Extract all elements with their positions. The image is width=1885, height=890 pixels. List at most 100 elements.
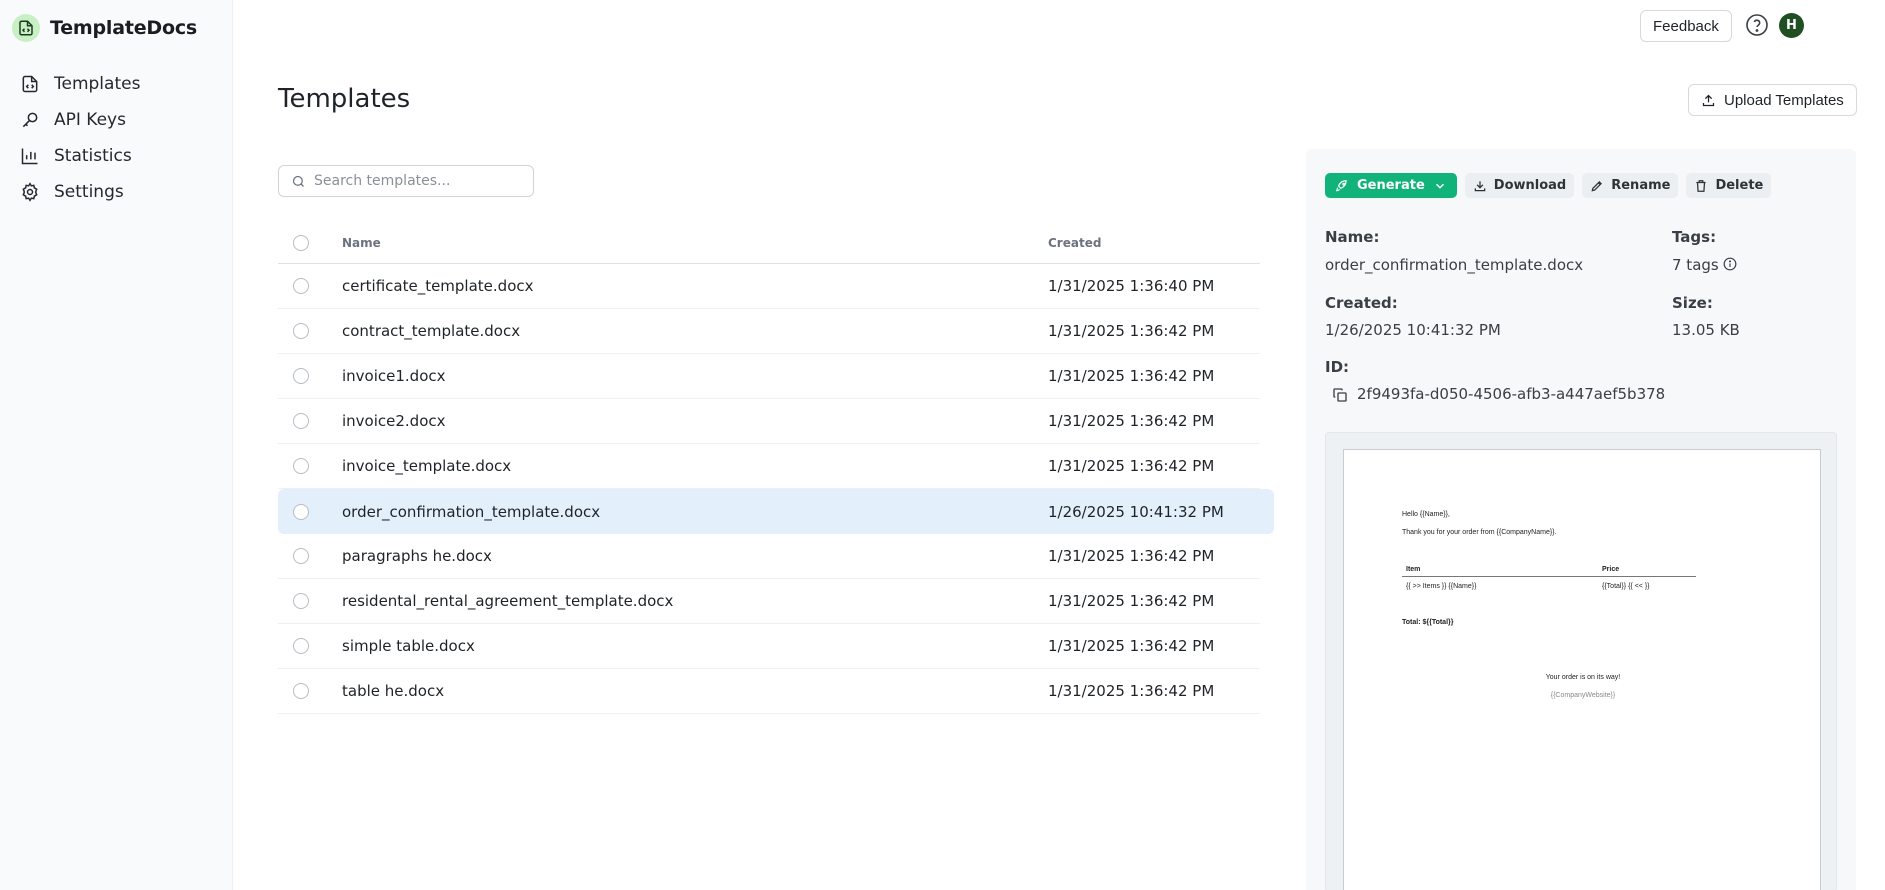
table-row[interactable]: contract_template.docx 1/31/2025 1:36:42 … xyxy=(278,309,1260,354)
row-select-radio[interactable] xyxy=(293,278,309,294)
id-label: ID: xyxy=(1325,358,1350,376)
rocket-icon xyxy=(1336,179,1347,191)
logo-icon xyxy=(12,14,40,42)
template-name-cell: residental_rental_agreement_template.doc… xyxy=(342,592,674,610)
id-value[interactable]: 2f9493fa-d050-4506-afb3-a447aef5b378 xyxy=(1357,385,1665,403)
template-created-cell: 1/31/2025 1:36:42 PM xyxy=(1048,412,1215,430)
template-name-cell: invoice1.docx xyxy=(342,367,446,385)
table-row[interactable]: simple table.docx 1/31/2025 1:36:42 PM xyxy=(278,624,1260,669)
row-select-radio[interactable] xyxy=(293,593,309,609)
table-row[interactable]: order_confirmation_template.docx 1/26/202… xyxy=(278,489,1274,534)
preview-page: Hello {{Name}}, Thank you for your order… xyxy=(1343,449,1821,890)
search-icon xyxy=(292,175,304,187)
upload-templates-button[interactable]: Upload Templates xyxy=(1688,84,1857,116)
help-icon[interactable] xyxy=(1745,13,1769,37)
template-created-cell: 1/31/2025 1:36:42 PM xyxy=(1048,322,1215,340)
row-select-radio[interactable] xyxy=(293,548,309,564)
preview-cell-price: {{Total}} {{ << }} xyxy=(1602,583,1650,590)
table-row[interactable]: invoice1.docx 1/31/2025 1:36:42 PM xyxy=(278,354,1260,399)
table-row[interactable]: certificate_template.docx 1/31/2025 1:36:… xyxy=(278,264,1260,309)
template-created-cell: 1/26/2025 10:41:32 PM xyxy=(1048,502,1224,521)
gear-icon xyxy=(22,182,38,202)
download-button[interactable]: Download xyxy=(1464,173,1575,198)
tags-value: 7 tags xyxy=(1672,256,1719,274)
trash-icon xyxy=(1696,179,1707,192)
created-value: 1/26/2025 10:41:32 PM xyxy=(1325,321,1501,339)
preview-col-price: Price xyxy=(1602,566,1620,573)
name-label: Name: xyxy=(1325,228,1380,246)
rename-label: Rename xyxy=(1611,178,1671,193)
avatar[interactable]: H xyxy=(1779,13,1804,38)
sidebar: TemplateDocs Templates API Keys Statisti… xyxy=(0,0,233,890)
row-select-radio[interactable] xyxy=(293,368,309,384)
delete-label: Delete xyxy=(1715,178,1764,193)
template-name-cell: order_confirmation_template.docx xyxy=(342,502,601,521)
row-select-radio[interactable] xyxy=(293,683,309,699)
search-input[interactable] xyxy=(314,173,514,189)
generate-button[interactable]: Generate xyxy=(1325,173,1457,198)
template-created-cell: 1/31/2025 1:36:42 PM xyxy=(1048,547,1215,565)
size-label: Size: xyxy=(1672,294,1713,312)
preview-table: Item Price {{ >> Items }} {{Name}} {{Tot… xyxy=(1402,566,1696,590)
preview-table-row: {{ >> Items }} {{Name}} {{Total}} {{ << … xyxy=(1402,577,1696,590)
sidebar-item-label: Statistics xyxy=(54,146,132,166)
templates-table: Name Created certificate_template.docx 1/… xyxy=(278,223,1274,714)
rename-button[interactable]: Rename xyxy=(1582,173,1679,198)
preview-cell-item: {{ >> Items }} {{Name}} xyxy=(1406,583,1477,590)
template-created-cell: 1/31/2025 1:36:42 PM xyxy=(1048,457,1215,475)
page-title: Templates xyxy=(278,84,411,114)
sidebar-item-templates[interactable]: Templates xyxy=(20,66,140,102)
bar-chart-icon xyxy=(21,148,38,165)
row-select-radio[interactable] xyxy=(293,638,309,654)
delete-button[interactable]: Delete xyxy=(1686,173,1772,198)
row-select-radio[interactable] xyxy=(293,503,309,520)
template-name-cell: contract_template.docx xyxy=(342,322,521,340)
key-icon xyxy=(22,112,38,128)
table-row[interactable]: residental_rental_agreement_template.doc… xyxy=(278,579,1260,624)
sidebar-item-label: Settings xyxy=(54,182,124,202)
preview-col-item: Item xyxy=(1406,566,1421,573)
template-name-cell: invoice_template.docx xyxy=(342,457,512,475)
row-select-radio[interactable] xyxy=(293,323,309,339)
row-select-radio[interactable] xyxy=(293,413,309,429)
upload-icon xyxy=(1702,94,1715,106)
app-name: TemplateDocs xyxy=(50,17,198,39)
sidebar-item-statistics[interactable]: Statistics xyxy=(20,138,140,174)
chevron-down-icon[interactable] xyxy=(1433,179,1447,193)
column-header-name[interactable]: Name xyxy=(342,236,1048,250)
preview-footer-message: Your order is on its way! xyxy=(1545,674,1621,681)
template-name-cell: invoice2.docx xyxy=(342,412,446,430)
generate-label: Generate xyxy=(1357,178,1425,193)
column-header-created[interactable]: Created xyxy=(1048,236,1101,250)
sidebar-item-api-keys[interactable]: API Keys xyxy=(20,102,140,138)
table-header: Name Created xyxy=(278,223,1260,264)
table-row[interactable]: table he.docx 1/31/2025 1:36:42 PM xyxy=(278,669,1260,714)
details-panel: Generate Download Rename Delete Name: or… xyxy=(1306,149,1856,890)
preview-greeting: Hello {{Name}}, xyxy=(1402,511,1450,518)
preview-thanks: Thank you for your order from {{CompanyN… xyxy=(1402,529,1557,536)
template-created-cell: 1/31/2025 1:36:40 PM xyxy=(1048,277,1215,295)
select-all-radio[interactable] xyxy=(293,235,309,251)
template-name-cell: table he.docx xyxy=(342,682,445,700)
brand[interactable]: TemplateDocs xyxy=(12,14,197,42)
template-created-cell: 1/31/2025 1:36:42 PM xyxy=(1048,367,1215,385)
table-row[interactable]: invoice2.docx 1/31/2025 1:36:42 PM xyxy=(278,399,1260,444)
upload-label: Upload Templates xyxy=(1724,91,1844,109)
sidebar-item-label: API Keys xyxy=(54,110,126,130)
document-preview: Hello {{Name}}, Thank you for your order… xyxy=(1325,432,1837,890)
row-select-radio[interactable] xyxy=(293,458,309,474)
size-value: 13.05 KB xyxy=(1672,321,1740,339)
info-icon[interactable] xyxy=(1723,257,1737,271)
copy-icon[interactable] xyxy=(1332,387,1348,403)
download-icon xyxy=(1474,180,1486,191)
sidebar-item-settings[interactable]: Settings xyxy=(20,174,140,210)
feedback-button[interactable]: Feedback xyxy=(1640,10,1732,42)
template-name-cell: simple table.docx xyxy=(342,637,475,655)
table-row[interactable]: paragraphs he.docx 1/31/2025 1:36:42 PM xyxy=(278,534,1260,579)
template-name-cell: paragraphs he.docx xyxy=(342,547,492,565)
template-created-cell: 1/31/2025 1:36:42 PM xyxy=(1048,682,1215,700)
template-name-cell: certificate_template.docx xyxy=(342,277,534,295)
name-value: order_confirmation_template.docx xyxy=(1325,256,1584,274)
file-code-icon xyxy=(22,75,38,93)
table-row[interactable]: invoice_template.docx 1/31/2025 1:36:42 P… xyxy=(278,444,1260,489)
